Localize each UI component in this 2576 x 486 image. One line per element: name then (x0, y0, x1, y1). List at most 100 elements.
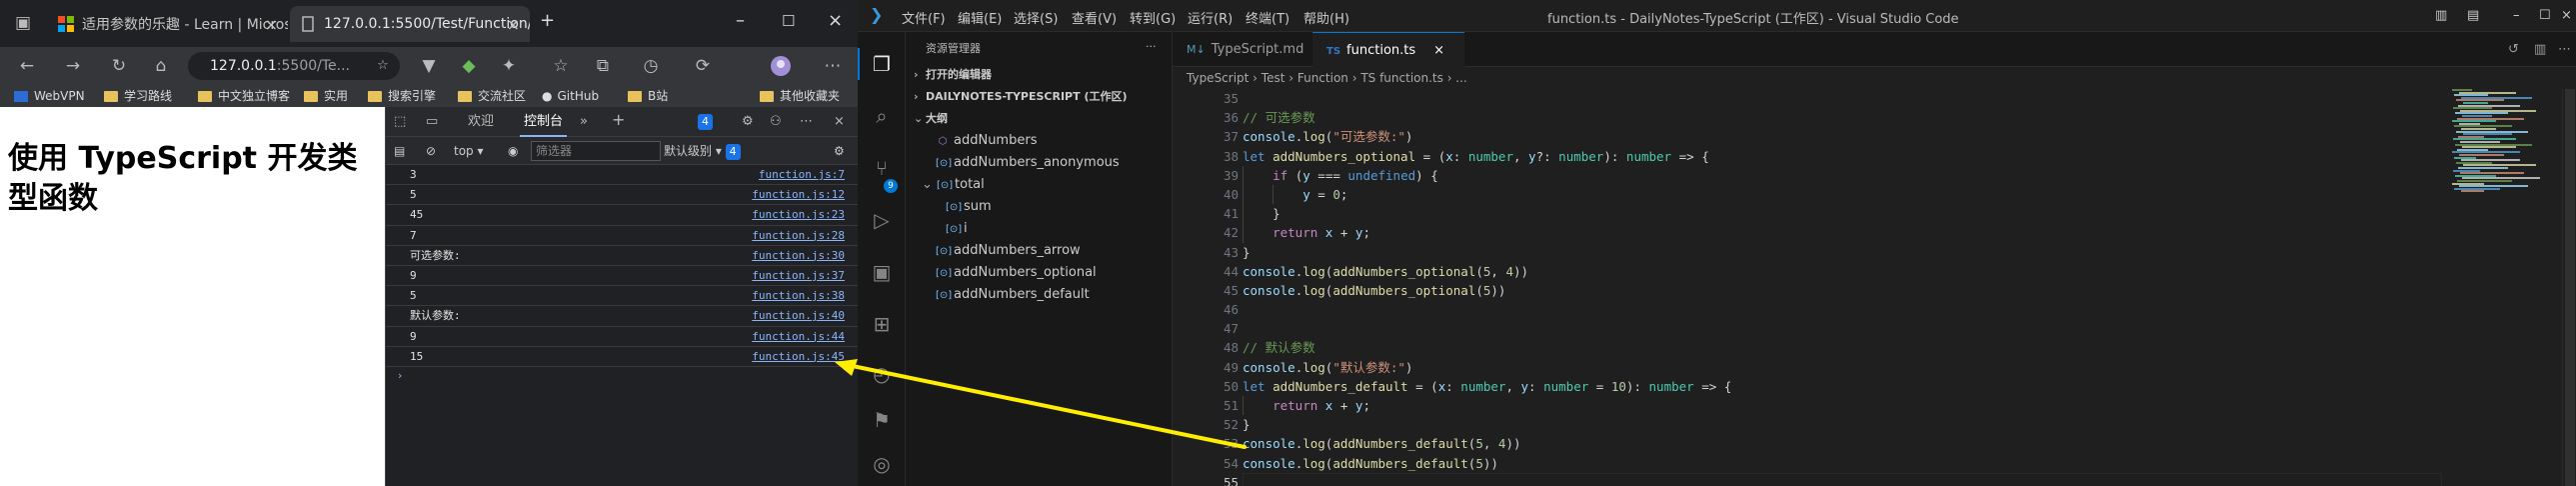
code-line[interactable]: console.log("默认参数:") (1243, 358, 2442, 377)
chevron-down-icon[interactable]: ⌄ (922, 177, 937, 192)
close-window-button[interactable]: × (2561, 8, 2572, 23)
bookmarks-icon[interactable]: ⚑ (870, 408, 894, 432)
console-source-link[interactable]: function.js:40 (752, 306, 845, 325)
console-filter-input[interactable]: 筛选器 (531, 141, 661, 161)
tab-console[interactable]: 控制台 (519, 113, 568, 137)
favorites-icon[interactable]: ☆ (550, 55, 572, 77)
menu-selection[interactable]: 选择(S) (1014, 8, 1058, 27)
outline-item[interactable]: [⊙] i (946, 218, 968, 240)
console-source-link[interactable]: function.js:45 (752, 347, 845, 366)
outline-item[interactable]: [⊙] sum (946, 196, 992, 218)
scrollbar-thumb[interactable] (2565, 89, 2575, 486)
extension-puzzle-icon[interactable]: ✦ (498, 55, 520, 77)
bookmark-github[interactable]: ● GitHub (542, 87, 599, 105)
run-debug-icon[interactable]: ▷ (870, 208, 894, 232)
minimize-button[interactable]: – (2513, 8, 2520, 23)
device-emulation-icon[interactable]: ▭ (426, 113, 438, 131)
code-line[interactable]: } (1243, 415, 2442, 434)
menu-file[interactable]: 文件(F) (902, 8, 946, 27)
bookmark-folder[interactable]: 搜索引擎 (368, 87, 436, 105)
explorer-more-icon[interactable]: ··· (1146, 40, 1157, 53)
code-line[interactable]: let addNumbers_default = (x: number, y: … (1243, 377, 2442, 396)
open-editors-section[interactable]: › 打开的编辑器 (906, 64, 1173, 86)
remote-explorer-icon[interactable]: ▣ (870, 260, 894, 284)
menu-edit[interactable]: 编辑(E) (958, 8, 1002, 27)
code-line[interactable] (1243, 472, 2442, 486)
avatar-icon[interactable] (770, 55, 792, 77)
new-tab-button[interactable]: + (540, 10, 555, 31)
timeline-icon[interactable]: ◴ (870, 362, 894, 386)
browser-tab-localhost[interactable]: 127.0.0.1:5500/Test/Function/fu × (290, 6, 530, 42)
source-control-icon[interactable]: ⑂ (870, 156, 894, 180)
console-source-link[interactable]: function.js:37 (752, 266, 845, 285)
tab-actions-icon[interactable]: ▣ (12, 12, 34, 34)
context-selector[interactable]: top ▾ (454, 142, 484, 160)
bookmark-webvpn[interactable]: WebVPN (14, 87, 85, 105)
extension-leaf-icon[interactable]: ◆ (458, 55, 480, 77)
log-level-select[interactable]: 默认级别 ▾ 4 (664, 142, 741, 160)
code-line[interactable]: } (1243, 243, 2442, 262)
browser-tab-learn[interactable]: 适用参数的乐趣 - Learn | Micros × (48, 6, 288, 42)
inspect-element-icon[interactable]: ⬚ (394, 113, 406, 131)
home-button[interactable]: ⌂ (150, 55, 172, 77)
menu-view[interactable]: 查看(V) (1072, 8, 1117, 27)
menu-help[interactable]: 帮助(H) (1303, 8, 1349, 27)
bookmark-folder[interactable]: 中文独立博客 (198, 87, 290, 105)
other-bookmarks[interactable]: 其他收藏夹 (760, 87, 840, 105)
search-icon[interactable]: ⌕ (870, 104, 894, 128)
code-line[interactable] (1243, 319, 2442, 338)
console-settings-gear-icon[interactable]: ⚙ (834, 142, 845, 160)
outline-item[interactable]: [⊙] addNumbers_anonymous (936, 152, 1120, 174)
outline-item[interactable]: ⌄ [⊙] total (922, 174, 985, 196)
sidebar-toggle-icon[interactable]: ▤ (394, 142, 405, 160)
console-source-link[interactable]: function.js:30 (752, 246, 845, 265)
history-icon[interactable]: ↺ (2508, 32, 2519, 67)
outline-item[interactable]: [⊙] addNumbers_optional (936, 262, 1097, 284)
layout-panel-icon[interactable]: ▤ (2467, 8, 2479, 23)
console-source-link[interactable]: function.js:38 (752, 286, 845, 305)
issues-counter[interactable]: 4 (698, 113, 713, 131)
outline-item[interactable]: [⊙] addNumbers_default (936, 284, 1090, 306)
sync-icon[interactable]: ⟳ (692, 55, 714, 77)
feedback-icon[interactable]: ⚇ (770, 113, 782, 131)
minimap[interactable] (2452, 89, 2562, 199)
add-tab-icon[interactable]: + (612, 111, 625, 129)
console-source-link[interactable]: function.js:12 (752, 185, 845, 204)
bookmark-folder[interactable]: B站 (628, 87, 668, 105)
close-devtools-icon[interactable]: × (834, 113, 845, 131)
history-icon[interactable]: ◷ (640, 55, 662, 77)
favorite-star-icon[interactable]: ☆ (372, 55, 394, 77)
split-editor-icon[interactable]: ▥ (2534, 32, 2546, 67)
forward-button[interactable]: → (62, 55, 84, 77)
console-prompt[interactable]: › (386, 367, 859, 385)
tab-close-icon[interactable]: × (265, 15, 278, 34)
maximize-button[interactable]: ☐ (782, 12, 795, 30)
workspace-section[interactable]: › DAILYNOTES-TYPESCRIPT (工作区) (906, 86, 1173, 108)
more-tabs-icon[interactable]: » (580, 113, 588, 131)
more-menu-icon[interactable]: ⋯ (822, 55, 844, 77)
code-line[interactable]: console.log("可选参数:") (1243, 127, 2442, 146)
code-line[interactable]: } (1243, 204, 2442, 224)
tab-close-icon[interactable]: × (507, 15, 520, 34)
tab-welcome[interactable]: 欢迎 (468, 113, 494, 131)
code-line[interactable] (1243, 300, 2442, 319)
code-line[interactable]: // 可选参数 (1243, 108, 2442, 127)
menu-run[interactable]: 运行(R) (1188, 8, 1233, 27)
address-bar[interactable]: 127.0.0.1:5500/Te... (188, 52, 400, 80)
reload-button[interactable]: ↻ (108, 55, 130, 77)
code-line[interactable]: // 默认参数 (1243, 338, 2442, 357)
account-icon[interactable]: ◎ (870, 452, 894, 476)
console-source-link[interactable]: function.js:23 (752, 205, 845, 224)
maximize-button[interactable]: ☐ (2539, 8, 2551, 23)
bookmark-folder[interactable]: 学习路线 (104, 87, 172, 105)
more-options-icon[interactable]: ⋯ (800, 113, 813, 131)
bookmark-folder[interactable]: 实用 (304, 87, 348, 105)
code-lines[interactable]: // 可选参数 console.log("可选参数:") let addNumber… (1243, 89, 2442, 486)
breadcrumb[interactable]: TypeScript › Test › Function › TS functi… (1173, 67, 2576, 89)
clear-console-icon[interactable]: ⊘ (426, 142, 436, 160)
tab-typescript-md[interactable]: M↓ TypeScript.md (1173, 32, 1312, 67)
code-line[interactable] (1243, 89, 2442, 108)
code-line[interactable]: y = 0; (1243, 184, 2442, 205)
bookmark-folder[interactable]: 交流社区 (458, 87, 526, 105)
live-expression-eye-icon[interactable]: ◉ (508, 142, 518, 160)
